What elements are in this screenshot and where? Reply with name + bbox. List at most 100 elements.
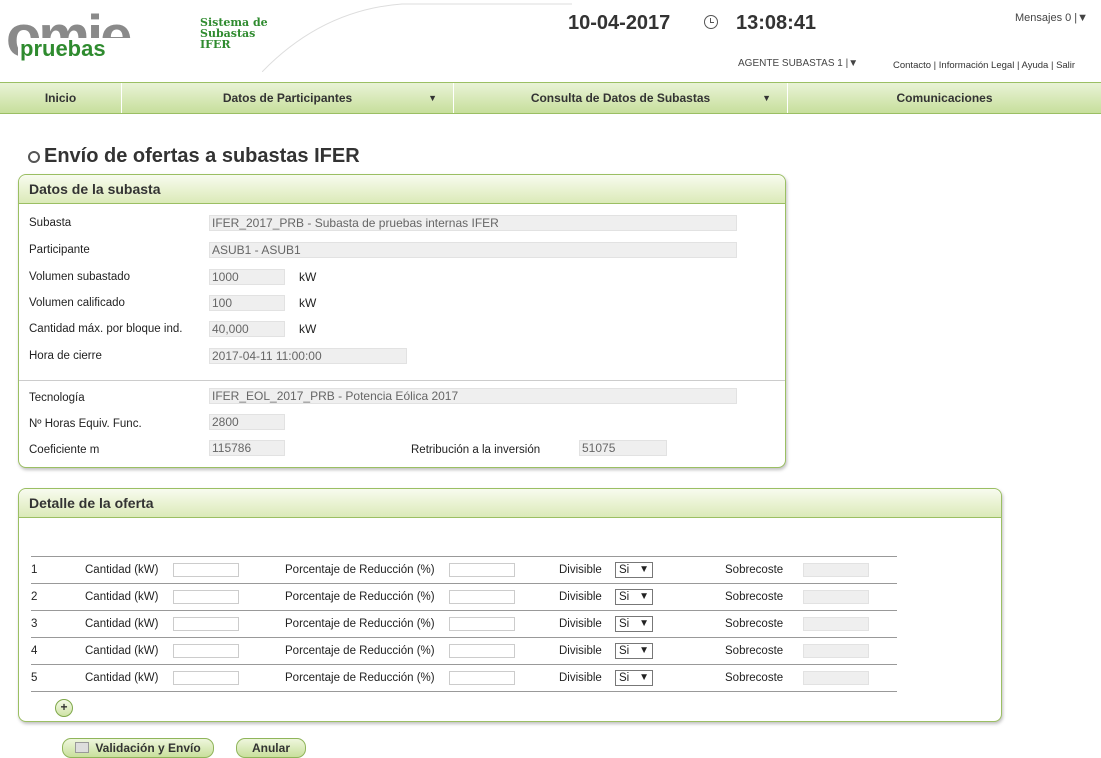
- sobrecoste-label: Sobrecoste: [725, 591, 784, 603]
- chevron-down-icon: ▼: [639, 564, 649, 575]
- tecnologia-field: IFER_EOL_2017_PRB - Potencia Eólica 2017: [209, 388, 737, 404]
- offer-row: 1 Cantidad (kW) Porcentaje de Reducción …: [31, 556, 897, 584]
- sobrecoste-field: [803, 590, 869, 604]
- porcentaje-input[interactable]: [449, 671, 515, 685]
- cantidad-input[interactable]: [173, 644, 239, 658]
- cantidad-max-field: 40,000: [209, 321, 285, 337]
- chevron-down-icon: ▼: [639, 672, 649, 683]
- link-informacion-legal[interactable]: Información Legal: [939, 60, 1015, 71]
- divisible-label: Divisible: [559, 591, 602, 603]
- divisible-select[interactable]: Si ▼: [615, 589, 653, 605]
- unit-kw: kW: [299, 270, 317, 284]
- validate-submit-label: Validación y Envío: [95, 741, 201, 755]
- divisible-label: Divisible: [559, 564, 602, 576]
- top-links: Contacto | Información Legal | Ayuda | S…: [893, 60, 1075, 71]
- clock-icon: [704, 15, 718, 29]
- sobrecoste-field: [803, 671, 869, 685]
- sobrecoste-field: [803, 617, 869, 631]
- chevron-down-icon: ▼: [639, 591, 649, 602]
- link-separator: |: [931, 60, 939, 71]
- row-number: 2: [31, 591, 38, 603]
- add-row-button[interactable]: +: [55, 699, 73, 717]
- unit-kw: kW: [299, 296, 317, 310]
- cancel-button[interactable]: Anular: [236, 738, 306, 758]
- cantidad-max-label: Cantidad máx. por bloque ind.: [29, 323, 183, 335]
- divisible-label: Divisible: [559, 645, 602, 657]
- sobrecoste-label: Sobrecoste: [725, 564, 784, 576]
- chevron-down-icon: ▼: [639, 618, 649, 629]
- divisible-value: Si: [619, 564, 630, 576]
- nav-datos-participantes[interactable]: Datos de Participantes ▼: [122, 83, 454, 113]
- link-ayuda[interactable]: Ayuda: [1022, 60, 1049, 71]
- volumen-subastado-field: 1000: [209, 269, 285, 285]
- system-name: Sistema de Subastas IFER: [200, 17, 268, 50]
- divisible-value: Si: [619, 591, 630, 603]
- volumen-calificado-label: Volumen calificado: [29, 297, 125, 309]
- row-number: 1: [31, 564, 38, 576]
- cantidad-label: Cantidad (kW): [85, 591, 159, 603]
- horas-equiv-field: 2800: [209, 414, 285, 430]
- porcentaje-label: Porcentaje de Reducción (%): [285, 591, 435, 603]
- porcentaje-label: Porcentaje de Reducción (%): [285, 564, 435, 576]
- nav-consulta-datos-subastas[interactable]: Consulta de Datos de Subastas ▼: [454, 83, 788, 113]
- hora-cierre-label: Hora de cierre: [29, 350, 102, 362]
- cantidad-label: Cantidad (kW): [85, 564, 159, 576]
- sobrecoste-field: [803, 644, 869, 658]
- cantidad-input[interactable]: [173, 563, 239, 577]
- cantidad-label: Cantidad (kW): [85, 645, 159, 657]
- offer-row: 2 Cantidad (kW) Porcentaje de Reducción …: [31, 583, 897, 611]
- agent-menu[interactable]: AGENTE SUBASTAS 1 |▼: [738, 58, 858, 69]
- omie-logo[interactable]: omie pruebas: [6, 8, 196, 70]
- panel-header: Datos de la subasta: [19, 175, 785, 204]
- sobrecoste-field: [803, 563, 869, 577]
- retribucion-label: Retribución a la inversión: [411, 444, 541, 456]
- header: omie pruebas Sistema de Subastas IFER 10…: [0, 0, 1101, 78]
- porcentaje-input[interactable]: [449, 617, 515, 631]
- cantidad-input[interactable]: [173, 671, 239, 685]
- rows-bottom-divider: [31, 691, 897, 692]
- divisible-select[interactable]: Si ▼: [615, 670, 653, 686]
- link-salir[interactable]: Salir: [1056, 60, 1075, 71]
- row-number: 4: [31, 645, 38, 657]
- chevron-down-icon: ▼: [428, 93, 437, 103]
- link-separator: |: [1048, 60, 1057, 71]
- nav-inicio[interactable]: Inicio: [0, 83, 122, 113]
- title-bullet-icon: [28, 151, 40, 163]
- auction-data-panel: Datos de la subasta Subasta IFER_2017_PR…: [18, 174, 786, 468]
- tecnologia-label: Tecnología: [29, 392, 85, 404]
- retribucion-field: 51075: [579, 440, 667, 456]
- hora-cierre-field: 2017-04-11 11:00:00: [209, 348, 407, 364]
- page-title: Envío de ofertas a subastas IFER: [44, 145, 360, 167]
- main-nav: Inicio Datos de Participantes ▼ Consulta…: [0, 82, 1101, 114]
- row-number: 5: [31, 672, 38, 684]
- sobrecoste-label: Sobrecoste: [725, 645, 784, 657]
- chevron-down-icon: ▼: [762, 93, 771, 103]
- cantidad-input[interactable]: [173, 617, 239, 631]
- cantidad-input[interactable]: [173, 590, 239, 604]
- system-name-line: IFER: [200, 38, 231, 51]
- link-contacto[interactable]: Contacto: [893, 60, 931, 71]
- cantidad-label: Cantidad (kW): [85, 618, 159, 630]
- cantidad-label: Cantidad (kW): [85, 672, 159, 684]
- row-number: 3: [31, 618, 38, 630]
- divisible-select[interactable]: Si ▼: [615, 562, 653, 578]
- porcentaje-input[interactable]: [449, 563, 515, 577]
- porcentaje-input[interactable]: [449, 644, 515, 658]
- sobrecoste-label: Sobrecoste: [725, 672, 784, 684]
- porcentaje-input[interactable]: [449, 590, 515, 604]
- validate-submit-button[interactable]: Validación y Envío: [62, 738, 214, 758]
- nav-comunicaciones[interactable]: Comunicaciones: [788, 83, 1101, 113]
- panel-header: Detalle de la oferta: [19, 489, 1001, 518]
- current-date: 10-04-2017: [568, 12, 671, 34]
- coeficiente-label: Coeficiente m: [29, 444, 100, 456]
- divisible-select[interactable]: Si ▼: [615, 643, 653, 659]
- envelope-icon: [75, 742, 90, 754]
- porcentaje-label: Porcentaje de Reducción (%): [285, 645, 435, 657]
- chevron-down-icon: ▼: [639, 645, 649, 656]
- messages-menu[interactable]: Mensajes 0 |▼: [1015, 12, 1088, 24]
- porcentaje-label: Porcentaje de Reducción (%): [285, 618, 435, 630]
- divisible-select[interactable]: Si ▼: [615, 616, 653, 632]
- offer-row: 3 Cantidad (kW) Porcentaje de Reducción …: [31, 610, 897, 638]
- unit-kw: kW: [299, 322, 317, 336]
- divisible-value: Si: [619, 645, 630, 657]
